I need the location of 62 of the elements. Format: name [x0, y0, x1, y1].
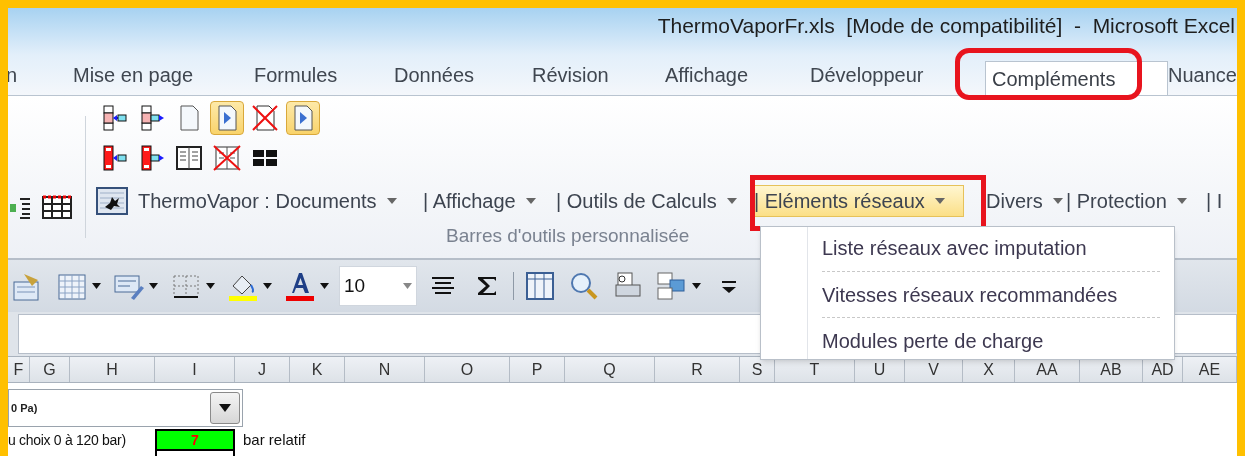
cell-text: bar relatif — [243, 429, 306, 450]
column-header[interactable]: P — [510, 357, 565, 382]
column-header[interactable]: O — [425, 357, 510, 382]
dropdown-button[interactable] — [210, 392, 240, 424]
ribbon-tab[interactable]: Développeur — [810, 60, 985, 90]
table-icon — [524, 270, 556, 302]
ribbon-tab[interactable]: Nuance — [1168, 60, 1237, 90]
caret-icon — [403, 283, 412, 289]
caret-icon — [726, 198, 737, 204]
group-label: Barres d'outils personnalisée — [446, 225, 690, 247]
column-header[interactable]: N — [345, 357, 425, 382]
column-header[interactable]: J — [235, 357, 290, 382]
caret-icon — [692, 283, 701, 289]
caret-icon — [263, 283, 272, 289]
toolbar-menu[interactable]: | Affichage — [423, 185, 556, 217]
columns-icon — [174, 145, 204, 171]
caret-icon — [320, 283, 329, 289]
toolbar-menu[interactable]: Divers — [986, 185, 1066, 217]
indent-list-icon — [10, 196, 32, 220]
menu-item[interactable]: Liste réseaux avec imputation — [822, 230, 1160, 266]
ribbon-tab[interactable]: Données — [394, 60, 532, 90]
cell-text: u choix 0 à 120 bar) — [8, 430, 127, 450]
column-header[interactable]: I — [155, 357, 235, 382]
caret-icon — [92, 283, 101, 289]
ribbon-tab[interactable]: Affichage — [665, 60, 810, 90]
caret-icon — [1052, 198, 1063, 204]
toolbar-menu[interactable]: ThermoVapor : Documents — [138, 185, 423, 217]
caret-icon — [206, 283, 215, 289]
toolbar-menu[interactable]: | Outils de Calculs — [556, 185, 750, 217]
toolbar-menu[interactable]: | Protection — [1066, 185, 1206, 217]
column-header[interactable]: R — [655, 357, 740, 382]
column-header[interactable]: Q — [565, 357, 655, 382]
menu-item[interactable]: Vitesses réseaux recommandées — [822, 276, 1160, 313]
caret-icon — [525, 198, 536, 204]
font-color-icon — [284, 270, 316, 302]
crossed-page-icon — [250, 105, 280, 131]
layout-icon — [656, 270, 688, 302]
ribbon-tab[interactable]: Révision — [532, 60, 665, 90]
column-header[interactable]: F — [8, 357, 30, 382]
menu-item[interactable]: Modules perte de charge — [822, 323, 1160, 359]
ribbon-tab[interactable]: n — [8, 60, 73, 90]
search-icon — [568, 270, 600, 302]
crossed-columns-icon — [212, 145, 242, 171]
font-size-field[interactable]: 10 — [339, 266, 417, 306]
column-header[interactable]: AE — [1183, 357, 1237, 382]
caret-icon — [219, 404, 231, 412]
column-header[interactable]: G — [30, 357, 70, 382]
dropdown-value: 0 Pa) — [11, 400, 38, 416]
column-header[interactable]: K — [290, 357, 345, 382]
dropdown-field[interactable]: 0 Pa) — [8, 389, 243, 427]
document-icon — [96, 187, 128, 215]
table-icon — [42, 194, 72, 220]
caret-icon — [149, 283, 158, 289]
toolbar-menu[interactable]: | I — [1206, 185, 1230, 217]
column-header[interactable]: H — [70, 357, 155, 382]
caret-icon — [386, 198, 397, 204]
ribbon-tab[interactable]: Mise en page — [73, 60, 254, 90]
ribbon-tab[interactable]: Compléments — [985, 61, 1168, 95]
ribbon-tab[interactable]: Formules — [254, 60, 394, 90]
window-title: ThermoVaporFr.xls [Mode de compatibilité] - Microsoft Excel — [657, 12, 1235, 39]
caret-icon — [934, 198, 945, 204]
caret-icon — [1176, 198, 1187, 204]
